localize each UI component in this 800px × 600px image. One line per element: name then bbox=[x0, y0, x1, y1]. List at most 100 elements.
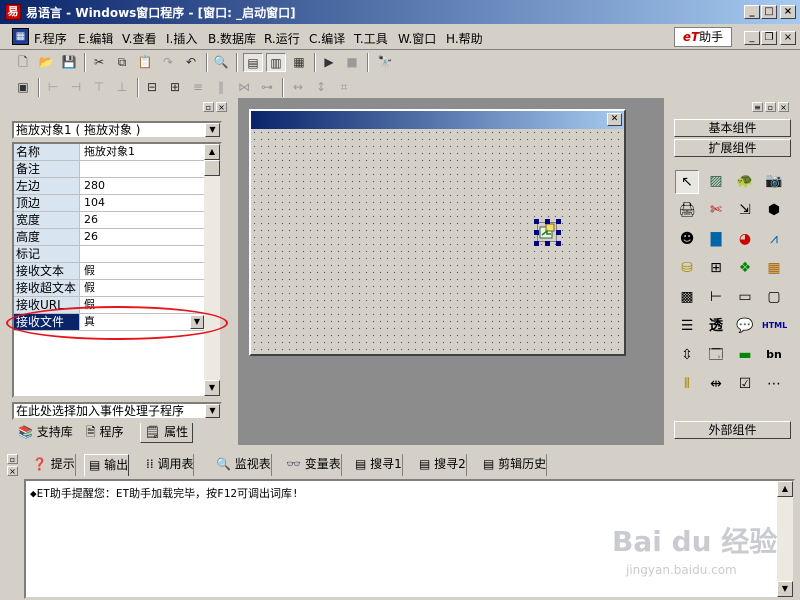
mdi-minimize-button[interactable]: _ bbox=[744, 31, 760, 45]
user-icon[interactable]: ☻ bbox=[675, 228, 699, 252]
close-button[interactable]: × bbox=[780, 5, 796, 19]
drag-drop-object[interactable] bbox=[534, 219, 561, 246]
menu-tools[interactable]: T.工具 bbox=[354, 30, 388, 47]
property-row[interactable]: 备注 bbox=[14, 161, 206, 178]
object-selector[interactable]: 拖放对象1 ( 拖放对象 ) ▼ bbox=[12, 121, 222, 139]
check-list-icon[interactable]: ☑ bbox=[733, 373, 757, 397]
basic-components-button[interactable]: 基本组件 bbox=[674, 119, 791, 137]
document-icon[interactable]: ▦ bbox=[12, 28, 29, 45]
menu-help[interactable]: H.帮助 bbox=[446, 30, 483, 47]
menu-program[interactable]: F.程序 bbox=[34, 30, 67, 47]
same-width-icon[interactable]: ≡ bbox=[188, 78, 208, 97]
panel-restore-icon[interactable]: ▫ bbox=[765, 102, 776, 112]
print-preview-icon[interactable]: 🖨 bbox=[675, 199, 699, 223]
tab-hint[interactable]: ❓ 提示 bbox=[28, 454, 76, 476]
align-bottom-icon[interactable]: ⊥ bbox=[112, 78, 132, 97]
scroll-up-icon[interactable]: ▲ bbox=[777, 481, 793, 497]
speech-bubble-icon[interactable]: 💬 bbox=[733, 315, 757, 339]
resize-handle[interactable] bbox=[534, 230, 539, 235]
run-icon[interactable]: ▶ bbox=[319, 53, 339, 72]
center-vertical-icon[interactable]: ⊞ bbox=[165, 78, 185, 97]
chevron-down-icon[interactable]: ▼ bbox=[205, 123, 220, 137]
image-box-icon[interactable]: ▨ bbox=[704, 170, 728, 194]
menu-compile[interactable]: C.编译 bbox=[309, 30, 345, 47]
resize-handle[interactable] bbox=[556, 230, 561, 235]
property-row[interactable]: 接收超文本假 bbox=[14, 280, 206, 297]
panel-close-icon[interactable]: × bbox=[778, 102, 789, 112]
property-row[interactable]: 接收文本假 bbox=[14, 263, 206, 280]
scroll-thumb[interactable] bbox=[204, 160, 220, 176]
resize-handle[interactable] bbox=[534, 241, 539, 246]
grid-snap-icon[interactable]: ⌗ bbox=[334, 78, 354, 97]
redo-icon[interactable]: ↷ bbox=[158, 53, 178, 72]
property-value[interactable]: 假 bbox=[82, 280, 206, 296]
text-box-icon[interactable]: ▭ bbox=[733, 286, 757, 310]
menu-window[interactable]: W.窗口 bbox=[398, 30, 436, 47]
database-icon[interactable]: ⛁ bbox=[675, 257, 699, 281]
extended-components-button[interactable]: 扩展组件 bbox=[674, 139, 791, 157]
property-row[interactable]: 名称 拖放对象1 bbox=[14, 144, 206, 161]
align-top-icon[interactable]: ⊤ bbox=[89, 78, 109, 97]
tree-view-icon[interactable]: ⊢ bbox=[704, 286, 728, 310]
binoculars-icon[interactable]: 🔭 bbox=[375, 53, 395, 72]
resize-handle[interactable] bbox=[534, 219, 539, 224]
layout-split-icon[interactable]: ▥ bbox=[266, 53, 286, 72]
window-icon[interactable]: 🗔 bbox=[704, 344, 728, 368]
paste-icon[interactable]: 📋 bbox=[135, 53, 155, 72]
minimize-button[interactable]: _ bbox=[744, 5, 760, 19]
panel-pin-icon[interactable]: ≡ bbox=[752, 102, 763, 112]
save-icon[interactable]: 💾 bbox=[59, 53, 79, 72]
table-icon[interactable]: ⊞ bbox=[704, 257, 728, 281]
stop-icon[interactable]: ■ bbox=[342, 53, 362, 72]
output-area[interactable]: ◆ET助手提醒您：ET助手加载完毕，按F12可调出词库! ▲ ▼ bbox=[24, 479, 795, 599]
menu-run[interactable]: R.运行 bbox=[264, 30, 300, 47]
property-value[interactable]: 26 bbox=[82, 212, 206, 228]
html-icon[interactable]: HTML bbox=[762, 315, 787, 339]
panel-close-icon[interactable]: × bbox=[7, 466, 18, 476]
resize-handle[interactable] bbox=[545, 219, 550, 224]
property-value[interactable] bbox=[82, 246, 206, 262]
shapes-icon[interactable]: ⬢ bbox=[762, 199, 786, 223]
bn-icon[interactable]: bn bbox=[762, 344, 786, 368]
scroll-up-icon[interactable]: ▲ bbox=[204, 144, 220, 160]
tab-order-icon[interactable]: ▣ bbox=[13, 78, 33, 97]
open-folder-icon[interactable]: 📂 bbox=[36, 53, 56, 72]
grid-icon[interactable]: ▦ bbox=[762, 257, 786, 281]
property-row[interactable]: 高度 26 bbox=[14, 229, 206, 246]
progress-icon[interactable]: ▬ bbox=[733, 344, 757, 368]
property-value[interactable]: 假 bbox=[82, 263, 206, 279]
mdi-restore-button[interactable]: ❐ bbox=[761, 31, 777, 45]
tab-variables[interactable]: 👓 变量表 bbox=[282, 454, 342, 476]
property-value[interactable]: 104 bbox=[82, 195, 206, 211]
undo-icon[interactable]: ↶ bbox=[181, 53, 201, 72]
pointer-icon[interactable]: ↖ bbox=[675, 170, 699, 194]
copy-icon[interactable]: ⧉ bbox=[112, 53, 132, 72]
new-file-icon[interactable]: 🗋 bbox=[13, 53, 33, 72]
ellipsis-icon[interactable]: ⋯ bbox=[762, 373, 786, 397]
chevron-down-icon[interactable]: ▼ bbox=[190, 315, 204, 329]
same-size-icon[interactable]: ⋈ bbox=[234, 78, 254, 97]
tab-search2[interactable]: ▤ 搜寻2 bbox=[415, 454, 467, 476]
pie-chart-icon[interactable]: ◕ bbox=[733, 228, 757, 252]
tab-watch[interactable]: 🔍 监视表 bbox=[212, 454, 272, 476]
slider-icon[interactable]: ⫴ bbox=[675, 373, 699, 397]
transparent-label-icon[interactable]: 透 bbox=[704, 315, 728, 339]
tab-clip-history[interactable]: ▤ 剪辑历史 bbox=[479, 454, 548, 476]
resize-handle[interactable] bbox=[556, 241, 561, 246]
space-evenly-icon[interactable]: ⊶ bbox=[257, 78, 277, 97]
tab-output[interactable]: ▤ 输出 bbox=[84, 454, 130, 476]
external-components-button[interactable]: 外部组件 bbox=[674, 421, 791, 439]
vspace-icon[interactable]: ↕ bbox=[311, 78, 331, 97]
scroll-down-icon[interactable]: ▼ bbox=[777, 581, 793, 597]
tree-icon[interactable]: ❖ bbox=[733, 257, 757, 281]
property-scrollbar[interactable]: ▲ ▼ bbox=[204, 144, 220, 396]
layout-grid-icon[interactable]: ▦ bbox=[289, 53, 309, 72]
align-right-icon[interactable]: ⊣ bbox=[66, 78, 86, 97]
property-value[interactable]: 26 bbox=[82, 229, 206, 245]
cut-icon[interactable]: ✂ bbox=[89, 53, 109, 72]
maximize-button[interactable]: □ bbox=[761, 5, 777, 19]
close-icon[interactable]: ✕ bbox=[607, 113, 622, 126]
design-window[interactable]: ✕ bbox=[249, 109, 626, 356]
menu-view[interactable]: V.查看 bbox=[122, 30, 156, 47]
picture-frame-icon[interactable]: ▢ bbox=[762, 286, 786, 310]
